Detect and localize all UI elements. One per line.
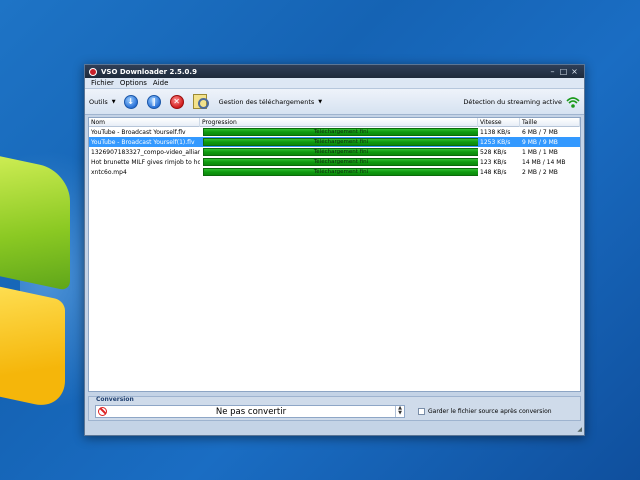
progress-bar: Téléchargement fini: [203, 158, 478, 166]
tools-dropdown[interactable]: Outils ▼: [89, 98, 116, 106]
manage-downloads-dropdown[interactable]: Gestion des téléchargements ▼: [219, 98, 322, 106]
restore-button[interactable]: □: [558, 67, 569, 76]
header-speed[interactable]: Vitesse: [478, 117, 520, 127]
row-size: 6 MB / 7 MB: [522, 128, 558, 136]
logo-yellow-pane: [0, 279, 65, 411]
download-icon[interactable]: ↓: [123, 94, 138, 109]
table-row[interactable]: xntc6o.mp4 Téléchargement fini 148 KB/s 2 M…: [89, 167, 580, 177]
toolbar: Outils ▼ ↓ ‖ ✕ Gestion des téléchargemen…: [85, 89, 584, 115]
list-header: Nom Progression Vitesse Taille: [89, 117, 580, 127]
row-size: 14 MB / 14 MB: [522, 158, 566, 166]
resize-grip-icon[interactable]: ◢: [577, 426, 582, 433]
row-speed: 528 KB/s: [480, 148, 507, 156]
close-button[interactable]: ×: [569, 67, 580, 76]
row-speed: 1138 KB/s: [480, 128, 511, 136]
row-name: 1326907183327_compo-video_allianz...: [91, 148, 200, 156]
keep-source-label: Garder le fichier source après conversio…: [428, 408, 552, 415]
search-file-icon[interactable]: [192, 94, 209, 109]
row-size: 1 MB / 1 MB: [522, 148, 558, 156]
conversion-panel: Conversion Ne pas convertir ▲ ▼ Garder le…: [88, 396, 581, 421]
keep-source-option[interactable]: Garder le fichier source après conversio…: [418, 408, 552, 415]
cancel-icon[interactable]: ✕: [169, 94, 184, 109]
chevron-down-icon: ▼: [111, 98, 116, 105]
logo-green-pane: [0, 148, 70, 292]
spinner-arrows-icon[interactable]: ▲ ▼: [395, 406, 404, 417]
menu-bar: Fichier Options Aide: [85, 78, 584, 89]
header-size[interactable]: Taille: [520, 117, 580, 127]
progress-bar: Téléchargement fini: [203, 138, 478, 146]
row-speed: 1253 KB/s: [480, 138, 511, 146]
row-progress: Téléchargement fini: [200, 128, 478, 136]
window-title: VSO Downloader 2.5.0.9: [101, 67, 197, 76]
progress-bar: Téléchargement fini: [203, 168, 478, 176]
menu-fichier[interactable]: Fichier: [88, 79, 117, 87]
row-speed: 148 KB/s: [480, 168, 507, 176]
row-progress: Téléchargement fini: [200, 138, 478, 146]
menu-options[interactable]: Options: [117, 79, 150, 87]
progress-bar: Téléchargement fini: [203, 128, 478, 136]
streaming-signal-icon[interactable]: [566, 95, 580, 109]
menu-aide[interactable]: Aide: [150, 79, 171, 87]
header-progress[interactable]: Progression: [200, 117, 478, 127]
progress-bar: Téléchargement fini: [203, 148, 478, 156]
header-name[interactable]: Nom: [89, 117, 200, 127]
download-list[interactable]: Nom Progression Vitesse Taille YouTube -…: [88, 117, 581, 392]
row-name: Hot brunette MILF gives rimjob to hor...: [91, 158, 200, 166]
pause-icon[interactable]: ‖: [146, 94, 161, 109]
row-size: 2 MB / 2 MB: [522, 168, 558, 176]
manage-downloads-label: Gestion des téléchargements: [218, 97, 315, 106]
row-progress: Téléchargement fini: [200, 168, 478, 176]
tools-label: Outils: [89, 97, 108, 106]
row-name: YouTube - Broadcast Yourself(1).flv: [91, 138, 195, 146]
app-icon: [89, 67, 97, 76]
chevron-down-icon: ▼: [318, 98, 323, 105]
row-name: xntc6o.mp4: [91, 168, 127, 176]
table-row[interactable]: Hot brunette MILF gives rimjob to hor...…: [89, 157, 580, 167]
table-row[interactable]: YouTube - Broadcast Yourself(1).flv Téléc…: [89, 137, 580, 147]
row-size: 9 MB / 9 MB: [522, 138, 558, 146]
conversion-select[interactable]: Ne pas convertir ▲ ▼: [95, 405, 405, 418]
table-row[interactable]: YouTube - Broadcast Yourself.flv Téléchar…: [89, 127, 580, 137]
table-row[interactable]: 1326907183327_compo-video_allianz... Télé…: [89, 147, 580, 157]
row-name: YouTube - Broadcast Yourself.flv: [91, 128, 186, 136]
app-window: VSO Downloader 2.5.0.9 – □ × Fichier Opt…: [84, 64, 585, 436]
row-speed: 123 KB/s: [480, 158, 507, 166]
title-bar[interactable]: VSO Downloader 2.5.0.9 – □ ×: [85, 65, 584, 78]
streaming-detection-label: Détection du streaming active: [463, 97, 562, 106]
minimize-button[interactable]: –: [547, 67, 558, 76]
conversion-value: Ne pas convertir: [215, 406, 287, 417]
keep-source-checkbox[interactable]: [418, 408, 425, 415]
row-progress: Téléchargement fini: [200, 158, 478, 166]
no-conversion-icon: [98, 407, 107, 416]
row-progress: Téléchargement fini: [200, 148, 478, 156]
conversion-title: Conversion: [96, 396, 134, 403]
windows-logo: [0, 148, 85, 411]
